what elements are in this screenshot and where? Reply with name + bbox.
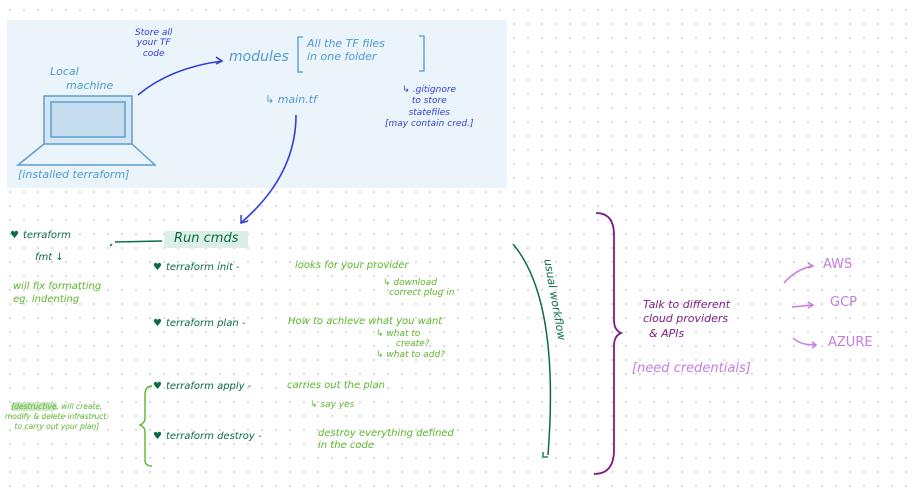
talk-line: & APIs — [649, 326, 685, 340]
gitignore-line: [may contain cred.] — [385, 118, 474, 129]
destroy-desc: destroy everything defined in the code — [318, 428, 454, 451]
local-label: Local — [50, 65, 79, 78]
arrow-main-to-run — [241, 114, 297, 223]
destructive-highlight: [destructive — [11, 402, 57, 411]
init-desc: looks for your provider — [295, 260, 409, 271]
gitignore-note: ↳ .gitignore to store statefiles [may co… — [385, 85, 474, 130]
store-note-line: your TF — [136, 38, 171, 49]
provider-gcp: GCP — [830, 295, 857, 310]
gitignore-line: ↳ .gitignore — [402, 85, 457, 95]
plan-sub-line: ↳ what to — [376, 329, 421, 339]
store-note-line: code — [142, 48, 165, 59]
fmt-desc: will fix formatting eg. indenting — [13, 280, 101, 306]
need-credentials: [need credentials] — [632, 361, 751, 376]
talk-providers: Talk to different cloud providers & APIs — [643, 298, 730, 341]
apply-destroy-brace — [138, 385, 153, 467]
destroy-command: ♥ terraform destroy - — [153, 431, 262, 443]
modules-label: modules — [229, 49, 289, 65]
heart-bullet-icon: ♥ — [10, 230, 19, 241]
machine-label: machine — [66, 79, 114, 92]
plan-desc: How to achieve what you want — [288, 316, 443, 327]
store-note: Store all your TF code — [135, 28, 172, 59]
init-sub: ↳ download correct plug in — [383, 278, 454, 299]
init-sub-line: correct plug in — [389, 288, 455, 299]
provider-azure: AZURE — [828, 335, 873, 350]
plan-command: ♥ terraform plan - — [153, 318, 245, 330]
heart-bullet-icon: ♥ — [153, 318, 162, 329]
talk-line: Talk to different — [643, 298, 731, 311]
gitignore-line: statefiles — [408, 107, 450, 118]
destructive-note: [destructive, will create, modify & dele… — [5, 402, 109, 432]
destroy-desc-line: in the code — [318, 439, 375, 451]
plan-cmd-text: terraform plan - — [165, 318, 246, 329]
main-tf: ↳ main.tf — [265, 93, 317, 106]
arrow-laptop-to-modules — [137, 60, 223, 96]
heart-bullet-icon: ♥ — [153, 431, 162, 442]
init-cmd-text: terraform init - — [165, 262, 240, 273]
heart-bullet-icon: ♥ — [153, 262, 162, 273]
fmt-command: ♥ terraform — [10, 230, 71, 242]
providers-brace — [593, 212, 624, 475]
modules-note: All the TF files in one folder — [307, 37, 385, 63]
plan-sub: ↳ what to create? ↳ what to add? — [376, 329, 445, 360]
arrow-run-to-fmt — [114, 240, 163, 243]
apply-cmd-text: terraform apply - — [165, 381, 252, 392]
diagram-strokes — [15, 35, 818, 475]
init-command: ♥ terraform init - — [153, 262, 240, 274]
store-note-line: Store all — [135, 28, 173, 38]
destroy-desc-line: destroy everything defined — [318, 428, 454, 439]
apply-sub: ↳ say yes — [310, 400, 355, 410]
gitignore-line: to store — [411, 96, 447, 107]
destructive-note-line: modify & delete infrastruct. — [5, 412, 109, 422]
init-sub-line: ↳ download — [383, 278, 437, 288]
run-cmds-heading: Run cmds — [164, 231, 249, 248]
destructive-rest: , will create, — [56, 402, 103, 411]
fmt-desc-line: will fix formatting — [13, 281, 102, 292]
fmt-desc-line: eg. indenting — [13, 294, 80, 305]
fmt-cmd-text: terraform — [22, 230, 71, 241]
destructive-note-line: [destructive, will create, — [5, 402, 109, 412]
provider-aws: AWS — [823, 257, 853, 272]
installed-terraform: [installed terraform] — [18, 168, 130, 181]
fmt-command-2: fmt ↓ — [35, 252, 64, 263]
modules-note-line: All the TF files — [307, 37, 385, 50]
destructive-note-line: to carry out your plan] — [14, 422, 100, 432]
modules-note-line: in one folder — [307, 49, 377, 63]
apply-desc: carries out the plan — [287, 380, 385, 391]
laptop-icon — [15, 95, 157, 166]
talk-line: cloud providers — [643, 312, 729, 326]
plan-sub-line: create? — [396, 339, 430, 350]
destroy-cmd-text: terraform destroy - — [165, 431, 262, 442]
plan-sub-line: ↳ what to add? — [376, 349, 445, 360]
apply-command: ♥ terraform apply - — [153, 381, 251, 393]
heart-bullet-icon: ♥ — [153, 381, 162, 392]
